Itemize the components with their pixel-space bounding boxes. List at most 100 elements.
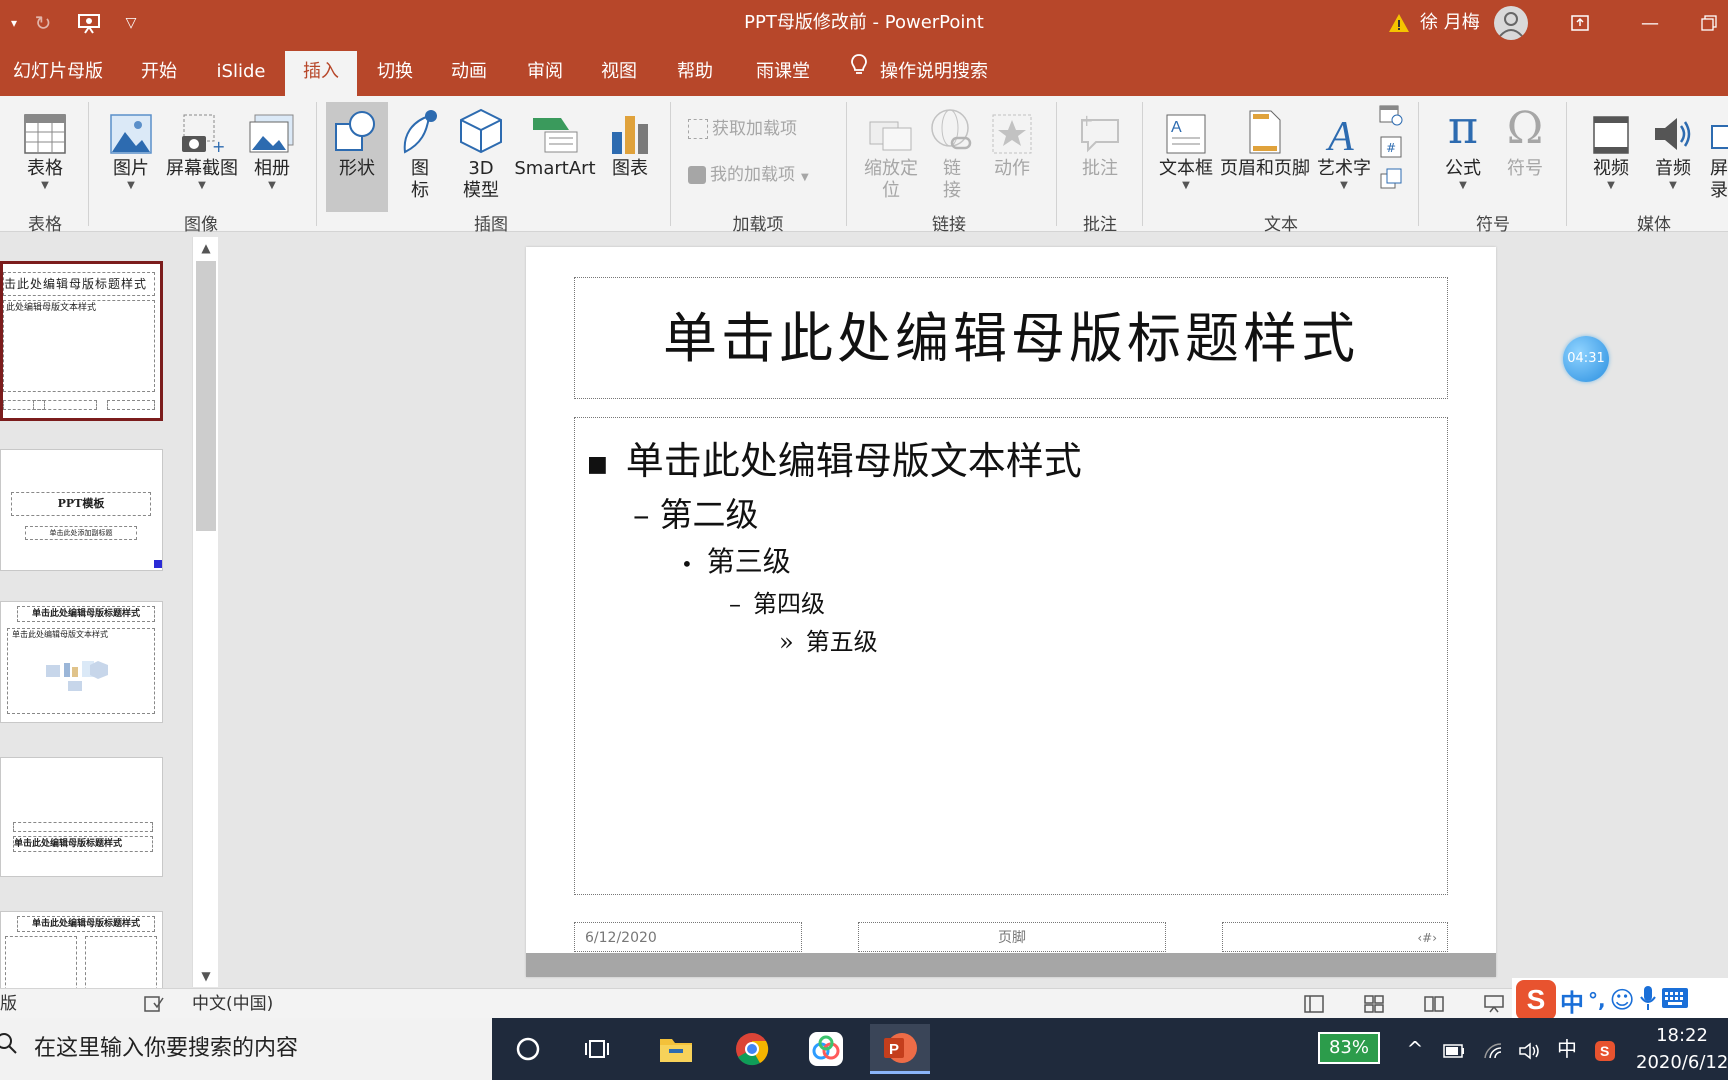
ime-punctuation-toggle[interactable]: °,	[1588, 988, 1606, 1012]
icons-button[interactable]: 图 标	[394, 102, 446, 212]
task-view-icon[interactable]	[568, 1024, 628, 1074]
tab-home[interactable]: 开始	[128, 51, 190, 96]
normal-view-icon[interactable]	[1304, 989, 1324, 1019]
minimize-icon[interactable]: —	[1622, 0, 1678, 46]
cortana-icon[interactable]	[498, 1024, 558, 1074]
taskbar-clock[interactable]: 18:22 2020/6/12	[1636, 1022, 1728, 1076]
body-level-1-text: 单击此处编辑母版文本样式	[625, 439, 1082, 483]
battery-tray-icon[interactable]	[1436, 1018, 1472, 1080]
customize-qat-icon[interactable]: ▽	[118, 0, 144, 46]
pi-icon: π	[1447, 100, 1479, 154]
tab-review[interactable]: 审阅	[516, 51, 574, 96]
status-language[interactable]: 中文(中国)	[192, 989, 273, 1019]
screen-recording-button[interactable]: 屏 录	[1704, 102, 1728, 212]
floating-timer[interactable]: 04:31	[1563, 336, 1609, 382]
picture-button[interactable]: 图片 ▼	[104, 102, 158, 212]
show-hidden-icons-icon[interactable]: ^	[1400, 1018, 1430, 1080]
user-name[interactable]: 徐 月梅	[1420, 0, 1480, 46]
baidu-netdisk-icon[interactable]	[796, 1024, 856, 1074]
thumbnail-layout-content[interactable]: 单击此处编辑母版标题样式 单击此处编辑母版文本样式	[0, 601, 163, 723]
slideshow-view-icon[interactable]	[1484, 989, 1504, 1019]
header-footer-button[interactable]: 页眉和页脚	[1218, 102, 1312, 212]
link-button[interactable]: 链 接	[928, 102, 976, 212]
zoom-button[interactable]: 缩放定 位	[856, 102, 926, 212]
sogou-logo-icon[interactable]: S	[1516, 980, 1556, 1020]
thumbnail-layout-section[interactable]: 单击此处编辑母版标题样式	[0, 757, 163, 877]
keyboard-icon[interactable]	[1661, 987, 1689, 1013]
title-bar: ▾ ↻ ▽ PPT母版修改前 - PowerPoint 徐 月梅 —	[0, 0, 1728, 46]
ime-mode-toggle[interactable]: 中	[1560, 983, 1584, 1018]
comment-button[interactable]: + 批注	[1070, 102, 1130, 212]
symbol-button[interactable]: Ω 符号	[1496, 102, 1554, 212]
qat-dropdown-icon[interactable]: ▾	[4, 0, 24, 46]
battery-indicator[interactable]: 83%	[1318, 1032, 1380, 1064]
chrome-icon[interactable]	[722, 1024, 782, 1074]
ribbon-display-options-icon[interactable]	[1552, 0, 1608, 46]
master-body-placeholder[interactable]: ■ 单击此处编辑母版文本样式 – 第二级 • 第三级 – 第四级 » 第五级	[574, 417, 1448, 895]
slideshow-from-start-icon[interactable]	[72, 0, 106, 46]
tell-me-search[interactable]: 操作说明搜索	[850, 51, 988, 96]
tab-rain-classroom[interactable]: 雨课堂	[744, 51, 822, 96]
screenshot-button[interactable]: + 屏幕截图 ▼	[162, 102, 242, 212]
scrollbar-thumb[interactable]	[196, 261, 216, 531]
svg-text:A: A	[1325, 114, 1354, 154]
volume-icon[interactable]	[1514, 1018, 1546, 1080]
emoji-icon[interactable]: ☺	[1610, 986, 1635, 1014]
thumbnail-layout-two-content[interactable]: 单击此处编辑母版标题样式	[0, 911, 163, 988]
scroll-down-icon[interactable]: ▼	[193, 965, 219, 987]
warning-icon[interactable]	[1384, 0, 1414, 46]
slide-canvas[interactable]: 单击此处编辑母版标题样式 ■ 单击此处编辑母版文本样式 – 第二级 • 第三级 – 第四…	[526, 247, 1496, 977]
date-placeholder[interactable]: 6/12/2020	[574, 922, 802, 952]
thumbnail-layout-title[interactable]: PPT模板 单击此处添加副标题	[0, 449, 163, 571]
taskbar-search-box[interactable]: 在这里输入你要搜索的内容	[0, 1018, 492, 1080]
my-addins-button[interactable]: 我的加载项 ▼	[688, 160, 809, 190]
photo-album-button[interactable]: 相册 ▼	[246, 102, 298, 212]
redo-icon[interactable]: ↻	[28, 0, 58, 46]
audio-label: 音频	[1655, 158, 1691, 179]
get-addins-button[interactable]: 获取加载项	[688, 114, 797, 144]
tell-me-label: 操作说明搜索	[880, 61, 988, 82]
table-button[interactable]: 表格 ▼	[14, 102, 76, 212]
svg-text:A: A	[1171, 119, 1182, 136]
equation-button[interactable]: π 公式 ▼	[1432, 100, 1494, 212]
shapes-button[interactable]: 形状	[326, 102, 388, 212]
tab-islide[interactable]: iSlide	[206, 51, 276, 96]
sogou-tray-icon[interactable]: S	[1588, 1018, 1622, 1080]
audio-button[interactable]: 音频 ▼	[1644, 102, 1702, 212]
object-button[interactable]	[1376, 168, 1406, 196]
file-explorer-icon[interactable]	[646, 1024, 706, 1074]
reading-view-icon[interactable]	[1424, 989, 1444, 1019]
scroll-up-icon[interactable]: ▲	[193, 237, 219, 259]
body-level-4: – 第四级	[729, 584, 825, 619]
smartart-button[interactable]: SmartArt	[514, 102, 596, 212]
input-language-indicator[interactable]: 中	[1550, 1018, 1584, 1080]
action-button[interactable]: 动作	[982, 102, 1042, 212]
text-box-button[interactable]: A 文本框 ▼	[1156, 102, 1216, 212]
chart-button[interactable]: 图表	[604, 102, 656, 212]
microphone-icon[interactable]	[1639, 985, 1657, 1015]
accessibility-icon[interactable]	[144, 989, 164, 1019]
3d-models-button[interactable]: 3D 模型	[454, 102, 508, 212]
tab-insert[interactable]: 插入	[285, 51, 357, 96]
tab-animations[interactable]: 动画	[440, 51, 498, 96]
slide-number-placeholder[interactable]: ‹#›	[1222, 922, 1448, 952]
footer-placeholder[interactable]: 页脚	[858, 922, 1166, 952]
wordart-button[interactable]: A 艺术字 ▼	[1314, 102, 1374, 212]
tab-transitions[interactable]: 切换	[366, 51, 424, 96]
text-box-label: 文本框	[1159, 158, 1213, 179]
user-avatar-icon[interactable]	[1494, 6, 1528, 40]
tab-view[interactable]: 视图	[590, 51, 648, 96]
slide-sorter-icon[interactable]	[1364, 989, 1384, 1019]
tab-help[interactable]: 帮助	[666, 51, 724, 96]
thumbnail-master[interactable]: 击此处编辑母版标题样式 此处编辑母版文本样式	[0, 261, 163, 421]
date-time-button[interactable]	[1376, 104, 1406, 132]
master-title-placeholder[interactable]: 单击此处编辑母版标题样式	[574, 277, 1448, 399]
wifi-icon[interactable]	[1478, 1018, 1510, 1080]
tab-slide-master[interactable]: 幻灯片母版	[0, 51, 116, 96]
maximize-icon[interactable]	[1690, 0, 1728, 46]
slide-number-button[interactable]: #	[1376, 136, 1406, 164]
video-button[interactable]: 视频 ▼	[1580, 102, 1642, 212]
powerpoint-taskbar-icon[interactable]: P	[870, 1024, 930, 1074]
comment-icon: +	[1070, 102, 1130, 154]
thumbnail-scrollbar[interactable]: ▲ ▼	[192, 237, 218, 987]
